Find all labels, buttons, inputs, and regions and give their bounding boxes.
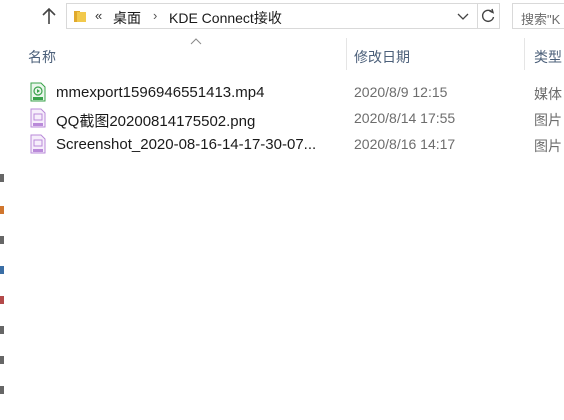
file-row[interactable]: Screenshot_2020-08-16-14-17-30-07... 202…: [22, 132, 564, 158]
address-bar[interactable]: « 桌面 › KDE Connect接收: [66, 3, 478, 29]
column-divider[interactable]: [346, 38, 347, 70]
nav-pane-fragment: [0, 174, 4, 182]
nav-pane-fragment: [0, 296, 4, 304]
file-date: 2020/8/14 17:55: [354, 110, 456, 126]
file-date: 2020/8/9 12:15: [354, 84, 448, 100]
sort-ascending-icon: [190, 38, 202, 45]
nav-pane-fragment: [0, 386, 4, 394]
column-divider[interactable]: [524, 38, 525, 70]
nav-pane-fragment: [0, 326, 4, 334]
refresh-button[interactable]: [478, 3, 500, 29]
file-name: Screenshot_2020-08-16-14-17-30-07...: [56, 136, 317, 153]
file-row[interactable]: mmexport1596946551413.mp4 2020/8/9 12:15…: [22, 80, 564, 106]
column-type[interactable]: 类型: [534, 47, 562, 67]
file-date: 2020/8/16 14:17: [354, 136, 456, 152]
chevron-down-icon[interactable]: [457, 11, 469, 21]
address-bar-row: « 桌面 › KDE Connect接收 搜索"K: [0, 0, 564, 34]
file-type: 图片: [534, 112, 562, 128]
column-name[interactable]: 名称: [28, 47, 56, 67]
navigation-pane-edge: [0, 34, 7, 420]
breadcrumb-separator-icon[interactable]: ›: [153, 8, 157, 23]
file-type: 媒体: [534, 86, 562, 102]
refresh-icon: [481, 8, 495, 23]
overflow-chevron[interactable]: «: [95, 8, 102, 23]
nav-pane-fragment: [0, 206, 4, 214]
image-file-icon: [30, 108, 46, 128]
search-placeholder: 搜索"K: [521, 12, 561, 27]
file-name: mmexport1596946551413.mp4: [56, 84, 265, 101]
image-file-icon: [30, 134, 46, 154]
breadcrumb-kde-connect[interactable]: KDE Connect接收: [169, 8, 282, 28]
nav-pane-fragment: [0, 266, 4, 274]
up-arrow-icon[interactable]: [38, 5, 60, 27]
breadcrumb-desktop[interactable]: 桌面: [113, 8, 141, 28]
nav-pane-fragment: [0, 236, 4, 244]
folder-icon: [74, 11, 86, 22]
video-file-icon: [30, 82, 46, 102]
column-header-row: 名称 修改日期 类型: [14, 38, 564, 70]
search-input[interactable]: 搜索"K: [512, 3, 564, 29]
nav-pane-fragment: [0, 356, 4, 364]
file-type: 图片: [534, 138, 562, 154]
file-name: QQ截图20200814175502.png: [56, 113, 256, 130]
file-row[interactable]: QQ截图20200814175502.png 2020/8/14 17:55 图…: [22, 106, 564, 132]
column-date-modified[interactable]: 修改日期: [354, 47, 410, 67]
